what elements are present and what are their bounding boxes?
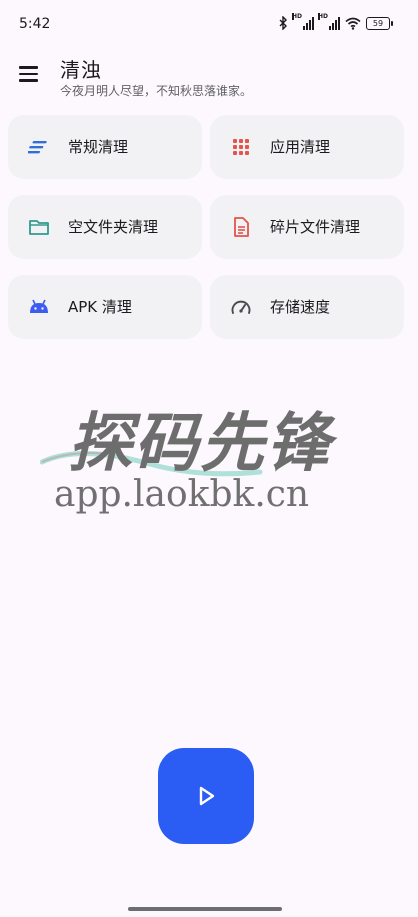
start-clean-button[interactable] <box>158 748 254 844</box>
lines-icon <box>28 141 47 154</box>
card-label: 空文件夹清理 <box>68 218 159 236</box>
apk-clean-card[interactable]: APK 清理 <box>8 275 202 339</box>
card-label: 碎片文件清理 <box>270 218 361 236</box>
app-clean-card[interactable]: 应用清理 <box>210 115 404 179</box>
android-icon <box>30 299 48 313</box>
speedometer-icon <box>231 300 251 314</box>
fragment-file-clean-card[interactable]: 碎片文件清理 <box>210 195 404 259</box>
card-label: 存储速度 <box>270 298 331 316</box>
card-label: 常规清理 <box>68 138 129 156</box>
menu-icon <box>18 66 38 69</box>
empty-folder-clean-card[interactable]: 空文件夹清理 <box>8 195 202 259</box>
page-title: 清浊 <box>60 58 102 82</box>
cleaning-options-grid: 常规清理 应用清理 空文件夹清理 碎片文件清理 APK 清理 存储速度 <box>8 115 406 339</box>
document-icon <box>234 217 249 237</box>
play-icon <box>199 786 215 806</box>
watermark-url: app.laokbk.cn <box>54 474 310 515</box>
app-bar: 清浊 今夜月明人尽望，不知秋思落谁家。 <box>0 50 418 106</box>
bluetooth-icon <box>279 16 287 30</box>
card-label: 应用清理 <box>270 138 331 156</box>
watermark-brand: 探码先锋 <box>68 407 332 481</box>
watermark-swoosh-icon <box>40 450 263 477</box>
status-time: 5:42 <box>19 16 51 32</box>
folder-icon <box>29 220 49 235</box>
gesture-navigation-bar[interactable] <box>128 907 282 911</box>
battery-icon: 59 <box>366 16 393 30</box>
page-subtitle: 今夜月明人尽望，不知秋思落谁家。 <box>60 84 253 98</box>
status-bar: 5:42 HD HD 59 <box>0 0 418 50</box>
menu-button[interactable] <box>12 58 44 90</box>
card-label: APK 清理 <box>68 298 132 316</box>
signal-icon-2: HD <box>318 13 340 30</box>
signal-icon-1: HD <box>292 13 314 30</box>
storage-speed-card[interactable]: 存储速度 <box>210 275 404 339</box>
app-grid-icon <box>233 139 249 155</box>
status-icons: HD HD 59 <box>279 13 393 30</box>
general-clean-card[interactable]: 常规清理 <box>8 115 202 179</box>
watermark: 探码先锋 app.laokbk.cn <box>40 392 380 522</box>
wifi-icon <box>345 17 361 30</box>
